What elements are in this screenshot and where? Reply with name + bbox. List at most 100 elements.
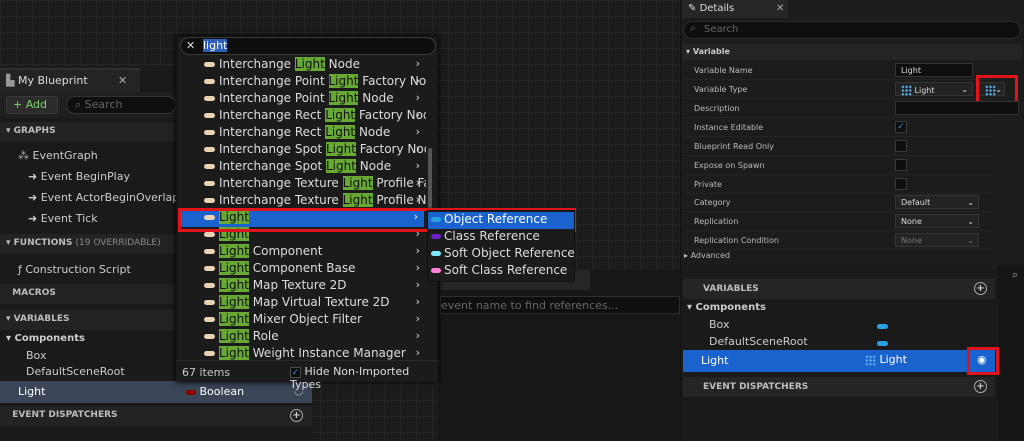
hide-non-imported-checkbox[interactable]: ✓ Hide Non-Imported Types (290, 365, 438, 391)
chevron-down-icon: ⌄ (961, 85, 968, 94)
struct-pin-icon (204, 62, 215, 67)
variable-type-combo[interactable]: Light ⌄ (895, 82, 973, 96)
variables-label: VARIABLES (13, 314, 70, 324)
chevron-right-icon: › (415, 346, 420, 359)
type-item[interactable]: Interchange Point Light Factory Node› (180, 74, 426, 91)
chevron-right-icon: › (415, 244, 420, 257)
checkbox-checked-icon: ✓ (290, 366, 301, 378)
chevron-down-icon: ⌄ (967, 217, 974, 226)
type-item-text: Interchange Spot (219, 142, 326, 156)
close-icon[interactable]: ✕ (776, 3, 784, 14)
chevron-right-icon: › (415, 108, 420, 121)
read-only-row: Blueprint Read Only (682, 137, 992, 156)
component-label: Box (26, 349, 47, 362)
type-item-match: Light (219, 278, 249, 292)
type-item[interactable]: Light Component Base › (180, 261, 426, 278)
read-only-checkbox[interactable] (895, 140, 907, 152)
struct-pin-icon (204, 198, 215, 203)
add-variable-icon[interactable]: + (974, 282, 987, 295)
reference-pin-icon (431, 251, 441, 256)
expose-on-spawn-checkbox[interactable] (895, 159, 907, 171)
reference-option[interactable]: Soft Class Reference (428, 263, 574, 280)
type-item-match: Light (342, 176, 373, 190)
search-icon: ⌕ (690, 23, 696, 34)
type-item[interactable]: Light Component › (180, 244, 426, 261)
reference-option[interactable]: Class Reference (428, 229, 574, 246)
struct-pin-icon (204, 300, 215, 305)
boolean-pin-icon (186, 389, 196, 395)
my-blueprint-tab[interactable]: ▙ My Blueprint ✕ (0, 68, 140, 92)
private-checkbox[interactable] (895, 178, 907, 190)
type-item-text: Interchange Spot (219, 159, 326, 173)
object-pin-icon (877, 341, 888, 346)
details-search-input[interactable]: ⌕ Search (683, 21, 1021, 39)
struct-pin-icon (204, 164, 215, 169)
chevron-right-icon: › (415, 176, 420, 189)
type-picker-footer: 67 items ✓ Hide Non-Imported Types (176, 360, 438, 391)
my-blueprint-search-input[interactable]: ⌕ Search (66, 96, 176, 114)
close-icon[interactable]: ✕ (118, 74, 127, 87)
chevron-right-icon: › (415, 125, 420, 138)
chevron-right-icon: › (415, 142, 420, 155)
type-item-text: Interchange Texture (219, 193, 343, 207)
row-label: Replication Condition (694, 236, 779, 245)
component-box[interactable]: Box (683, 318, 995, 335)
dispatchers-label: EVENT DISPATCHERS (12, 410, 118, 420)
replication-condition-row: Replication Condition None ⌄ (682, 231, 992, 250)
type-item[interactable]: Interchange Rect Light Factory Node› (180, 108, 426, 125)
type-item[interactable]: Light Map Virtual Texture 2D › (180, 295, 426, 312)
type-item[interactable]: Light Map Texture 2D › (180, 278, 426, 295)
replication-combo[interactable]: None ⌄ (895, 214, 979, 228)
chevron-right-icon: › (415, 312, 420, 325)
section-event-dispatchers[interactable]: EVENT DISPATCHERS + (0, 406, 312, 426)
search-icon[interactable]: ⌕ (1012, 268, 1018, 282)
instance-editable-checkbox[interactable]: ✓ (895, 121, 907, 133)
clear-search-icon[interactable]: ✕ (186, 39, 195, 52)
variable-section-header[interactable]: ▾ Variable (682, 44, 1022, 60)
reference-option[interactable]: Object Reference (428, 212, 574, 229)
boolean-type[interactable]: Boolean (186, 385, 244, 398)
type-search-input[interactable]: ✕ light (180, 37, 436, 55)
dispatchers-section-right[interactable]: EVENT DISPATCHERS + (683, 377, 995, 397)
panel-gutter (998, 265, 1024, 441)
event-label: Event BeginPlay (40, 170, 130, 183)
object-pin-icon (877, 324, 888, 329)
row-label: Description (694, 104, 740, 113)
category-combo[interactable]: Default ⌄ (895, 195, 979, 209)
variable-type-row: Variable Type Light ⌄ ⌄ (682, 80, 1005, 99)
type-item-match: Light (325, 125, 356, 139)
type-item[interactable]: Interchange Spot Light Factory Node› (180, 142, 426, 159)
type-item[interactable]: Light Mixer Object Filter › (180, 312, 426, 329)
struct-pin-icon (204, 249, 215, 254)
variable-light-row[interactable]: Light Boolean ◡ (0, 381, 312, 403)
functions-count: (19 OVERRIDABLE) (75, 238, 161, 248)
variable-light-row-selected[interactable]: Light Light ◉ (683, 350, 995, 372)
type-item-text: Role (248, 329, 279, 343)
type-item[interactable]: Interchange Texture Light Profile Factor… (180, 176, 426, 193)
replication-condition-combo[interactable]: None ⌄ (895, 233, 979, 247)
add-dispatcher-icon[interactable]: + (974, 380, 987, 393)
description-input[interactable] (895, 101, 1019, 115)
components-category[interactable]: ▾ Components (683, 302, 995, 319)
add-button[interactable]: + Add (6, 96, 58, 114)
search-placeholder: Search (704, 24, 739, 35)
variables-section-right[interactable]: VARIABLES + (683, 279, 995, 299)
advanced-expander[interactable]: ▸ Advanced (684, 251, 730, 260)
type-item[interactable]: Interchange Point Light Node › (180, 91, 426, 108)
replication-row: Replication None ⌄ (682, 212, 992, 231)
type-item-text: Mixer Object Filter (248, 312, 362, 326)
variable-type[interactable]: Light (865, 353, 907, 366)
details-tab[interactable]: ✎ Details ✕ (682, 0, 788, 18)
struct-grid-icon (865, 354, 876, 366)
type-item[interactable]: Light Role › (180, 329, 426, 346)
type-picker-scrollbar[interactable] (428, 148, 432, 208)
type-item[interactable]: Interchange Spot Light Node › (180, 159, 426, 176)
type-item[interactable]: Interchange Rect Light Node › (180, 125, 426, 142)
struct-pin-icon (204, 181, 215, 186)
variable-name-input[interactable]: Light (895, 63, 973, 77)
find-results-search-input[interactable]: event name to find references... (440, 296, 680, 314)
add-dispatcher-icon[interactable]: + (290, 409, 303, 422)
reference-option[interactable]: Soft Object Reference (428, 246, 575, 263)
functions-label: FUNCTIONS (13, 238, 73, 248)
type-item[interactable]: Interchange Light Node › (180, 57, 426, 74)
